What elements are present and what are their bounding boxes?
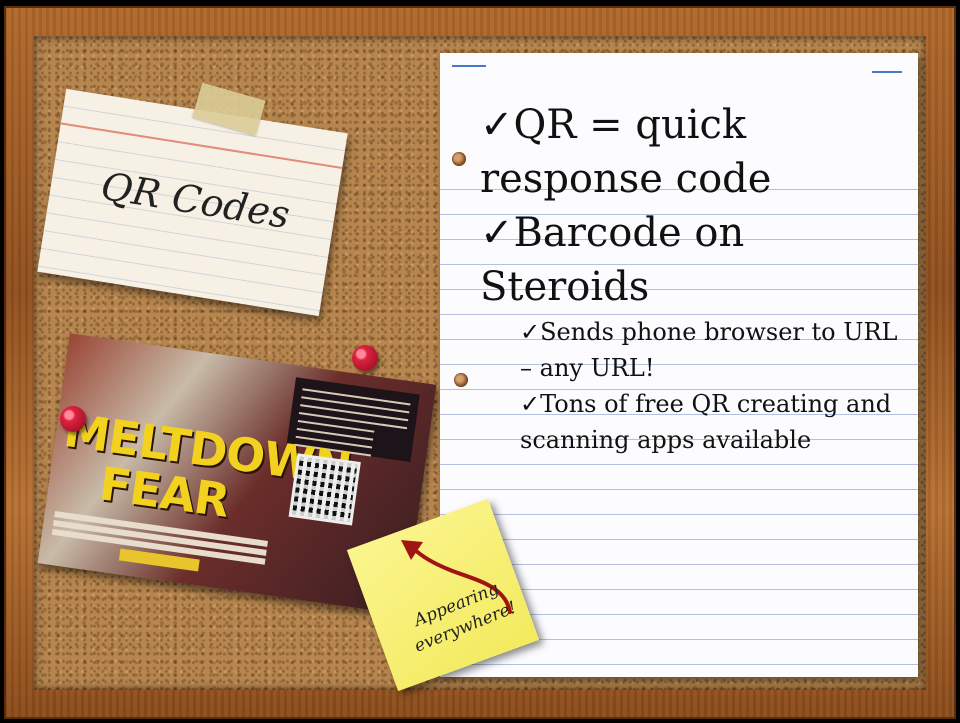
qr-code-image: [288, 453, 361, 526]
pushpin-icon: [352, 345, 378, 371]
slide: QR Codes MELTDOWN FEAR ✓QR = quick respo…: [0, 0, 960, 723]
paper-rule-mark: [872, 71, 902, 73]
sub-bullet-item: ✓Sends phone browser to URL – any URL!: [520, 318, 898, 382]
paper-hole: [452, 152, 466, 166]
checkmark-icon: ✓: [480, 102, 514, 148]
checkmark-icon: ✓: [480, 210, 514, 256]
clipping-headline: MELTDOWN FEAR: [54, 403, 355, 531]
checkmark-icon: ✓: [520, 318, 541, 346]
paper-hole: [454, 373, 468, 387]
sub-bullet-item: ✓Tons of free QR creating and scanning a…: [520, 390, 892, 454]
paper-rule-mark: [452, 65, 486, 67]
checkmark-icon: ✓: [520, 390, 541, 418]
bullet-item: ✓Barcode on Steroids: [480, 210, 745, 310]
card-title: QR Codes: [98, 163, 293, 238]
pushpin-icon: [60, 406, 86, 432]
clipping-news-tag: [118, 548, 200, 572]
bullet-list: ✓QR = quick response code ✓Barcode on St…: [480, 98, 910, 458]
bullet-item: ✓QR = quick response code: [480, 102, 772, 202]
